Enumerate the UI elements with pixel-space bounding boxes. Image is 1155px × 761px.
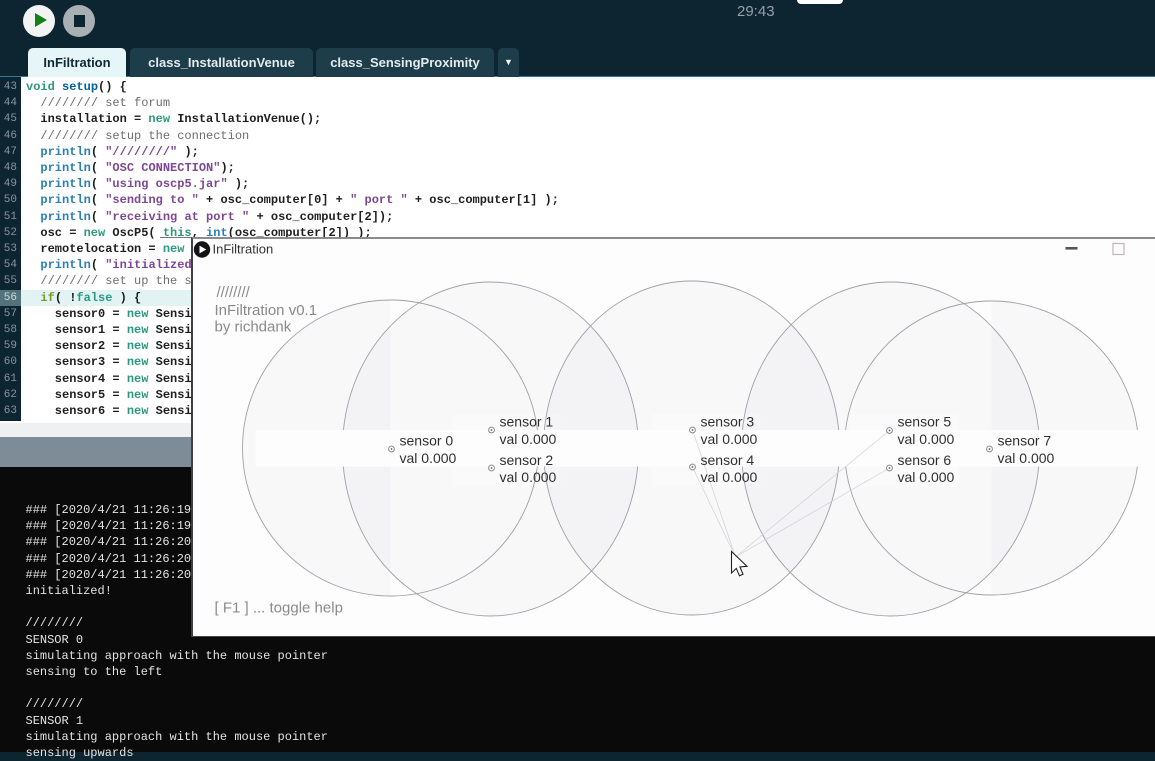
- svg-text:sensor 2: sensor 2: [499, 452, 553, 468]
- svg-text:val 0.000: val 0.000: [897, 469, 954, 485]
- svg-text:InFiltration v0.1: InFiltration v0.1: [214, 302, 317, 319]
- svg-text:val 0.000: val 0.000: [700, 469, 757, 485]
- svg-text:val 0.000: val 0.000: [499, 431, 556, 447]
- svg-text:[ F1 ] ... toggle help: [ F1 ] ... toggle help: [214, 600, 342, 617]
- svg-text:by richdank: by richdank: [214, 319, 291, 336]
- svg-text:sensor 4: sensor 4: [700, 452, 754, 468]
- svg-text:val 0.000: val 0.000: [499, 469, 556, 485]
- svg-text:val 0.000: val 0.000: [700, 431, 757, 447]
- svg-text:val 0.000: val 0.000: [897, 431, 954, 447]
- svg-text:sensor 7: sensor 7: [997, 433, 1051, 449]
- svg-text:sensor 6: sensor 6: [897, 452, 951, 468]
- svg-text:sensor 1: sensor 1: [499, 414, 553, 430]
- svg-text:InFiltration: InFiltration: [212, 242, 273, 257]
- svg-text:sensor 5: sensor 5: [897, 414, 951, 430]
- svg-text:val 0.000: val 0.000: [399, 450, 456, 466]
- svg-text:////////: ////////: [216, 284, 250, 301]
- svg-text:val 0.000: val 0.000: [997, 450, 1054, 466]
- svg-text:sensor 3: sensor 3: [700, 414, 754, 430]
- svg-text:sensor 0: sensor 0: [399, 433, 453, 449]
